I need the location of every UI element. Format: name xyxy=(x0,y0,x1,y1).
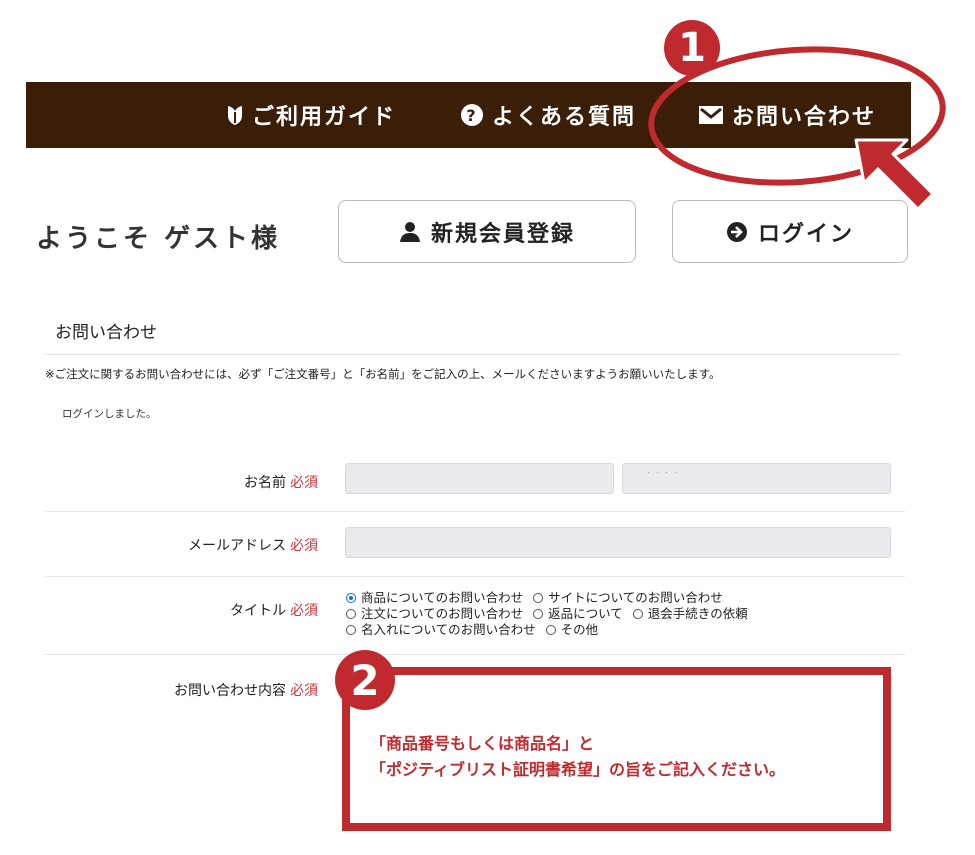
radio-order-inquiry[interactable]: 注文についてのお問い合わせ xyxy=(346,606,523,622)
nav-guide-label: ご利用ガイド xyxy=(252,105,397,130)
radio-label: 名入れについてのお問い合わせ xyxy=(361,622,536,637)
divider xyxy=(45,511,905,512)
radio-dot[interactable] xyxy=(346,609,356,619)
shield-leaf-icon xyxy=(228,106,242,125)
callout-text: 「商品番号もしくは商品名」と 「ポジティブリスト証明書希望」の旨をご記入ください… xyxy=(370,731,785,783)
radio-row: 商品についてのお問い合わせ サイトについてのお問い合わせ xyxy=(346,590,748,606)
radio-dot[interactable] xyxy=(533,593,544,603)
radio-label: その他 xyxy=(560,622,599,637)
arrow-circle-right-icon xyxy=(726,221,747,242)
email-label-text: メールアドレス xyxy=(188,538,286,554)
callout-line: 「ポジティブリスト証明書希望」の旨をご記入ください。 xyxy=(370,760,786,779)
radio-label: 商品についてのお問い合わせ xyxy=(361,590,524,605)
first-name-value: . . . . xyxy=(647,466,679,475)
nav-contact-label: お問い合わせ xyxy=(732,105,877,130)
required-badge: 必須 xyxy=(290,538,318,554)
login-button-label: ログイン xyxy=(757,221,854,247)
radio-label: 返品について xyxy=(548,606,623,621)
question-circle-icon: ? xyxy=(461,104,483,126)
nav-faq-link[interactable]: ? よくある質問 xyxy=(460,82,636,148)
divider xyxy=(45,654,905,655)
nav-contact-link[interactable]: お問い合わせ xyxy=(698,82,876,148)
callout-line: 「商品番号もしくは商品名」と xyxy=(370,734,595,753)
name-label-text: お名前 xyxy=(244,475,286,491)
content-label: お問い合わせ内容 必須 xyxy=(174,680,318,700)
required-badge: 必須 xyxy=(290,475,318,491)
radio-product-inquiry[interactable]: 商品についてのお問い合わせ xyxy=(346,590,523,606)
form-title: お問い合わせ xyxy=(55,323,157,343)
login-status-message: ログインしました。 xyxy=(62,408,157,420)
radio-withdrawal[interactable]: 退会手続きの依頼 xyxy=(632,606,748,622)
content-label-text: お問い合わせ内容 xyxy=(174,683,286,699)
user-icon xyxy=(399,221,420,242)
envelope-icon xyxy=(699,106,723,124)
svg-text:?: ? xyxy=(466,106,477,125)
radio-label: 注文についてのお問い合わせ xyxy=(361,606,524,621)
radio-engraving-inquiry[interactable]: 名入れについてのお問い合わせ xyxy=(346,622,536,638)
step-badge-1: 1 xyxy=(664,20,720,76)
email-label: メールアドレス 必須 xyxy=(188,535,318,555)
required-badge: 必須 xyxy=(290,683,318,699)
title-label-text: タイトル xyxy=(230,603,286,619)
register-button[interactable]: 新規会員登録 xyxy=(338,200,636,263)
nav-faq-label: よくある質問 xyxy=(492,105,637,130)
welcome-message: ようこそ ゲスト様 xyxy=(36,224,281,254)
title-label: タイトル 必須 xyxy=(230,600,318,620)
nav-guide-link[interactable]: ご利用ガイド xyxy=(226,82,396,148)
radio-dot[interactable] xyxy=(533,609,544,619)
pointer-arrow-icon xyxy=(854,138,935,211)
divider xyxy=(45,576,905,577)
step-badge-2: 2 xyxy=(335,650,395,710)
email-input[interactable] xyxy=(345,527,891,558)
register-button-label: 新規会員登録 xyxy=(430,221,575,247)
radio-row: 注文についてのお問い合わせ 返品について 退会手続きの依頼 xyxy=(346,606,748,622)
radio-site-inquiry[interactable]: サイトについてのお問い合わせ xyxy=(533,590,723,606)
radio-row: 名入れについてのお問い合わせ その他 xyxy=(346,622,748,638)
order-notice: ※ご注文に関するお問い合わせには、必ず「ご注文番号」と「お名前」をご記入の上、メ… xyxy=(45,367,721,381)
instruction-callout: 「商品番号もしくは商品名」と 「ポジティブリスト証明書希望」の旨をご記入ください… xyxy=(342,667,891,831)
radio-other[interactable]: その他 xyxy=(545,622,599,638)
radio-label: サイトについてのお問い合わせ xyxy=(548,590,723,605)
radio-dot[interactable] xyxy=(545,625,556,635)
required-badge: 必須 xyxy=(290,603,318,619)
radio-dot[interactable] xyxy=(346,625,356,635)
name-label: お名前 必須 xyxy=(244,472,318,492)
divider xyxy=(45,354,900,355)
last-name-input[interactable] xyxy=(345,463,614,494)
radio-returns[interactable]: 返品について xyxy=(533,606,623,622)
radio-dot[interactable] xyxy=(632,609,643,619)
first-name-input[interactable]: . . . . xyxy=(622,463,891,494)
title-radio-group: 商品についてのお問い合わせ サイトについてのお問い合わせ 注文についてのお問い合… xyxy=(346,590,748,638)
login-button[interactable]: ログイン xyxy=(672,200,908,263)
radio-dot[interactable] xyxy=(346,593,356,603)
top-nav-bar: ご利用ガイド ? よくある質問 お問い合わせ xyxy=(26,82,911,148)
radio-label: 退会手続きの依頼 xyxy=(647,606,748,621)
